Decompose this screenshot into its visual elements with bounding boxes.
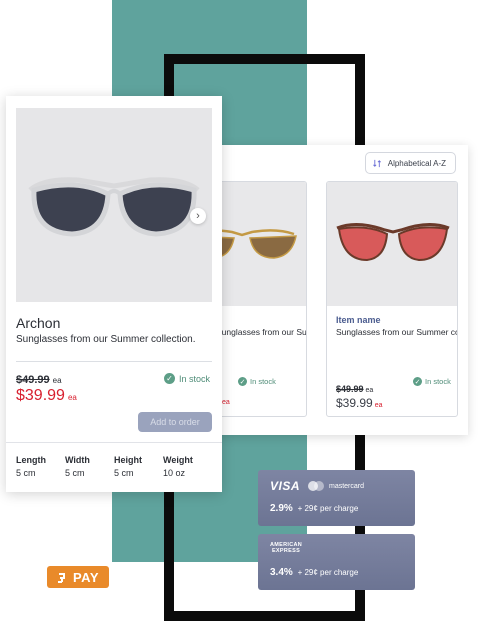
red-cat-eye-sunglasses-image xyxy=(336,223,450,262)
stock-status: ✓ In stock xyxy=(413,377,451,386)
product-listing-panel: Alphabetical A-Z Sunglasses from our Sum… xyxy=(205,145,468,435)
pay-badge-label: PAY xyxy=(72,569,100,585)
dimension-label: Weight xyxy=(163,455,193,465)
product-card[interactable]: Item name Sunglasses from our Summer col… xyxy=(326,181,458,417)
original-price: $49.99 ea xyxy=(16,374,62,386)
dimension-width: Width 5 cm xyxy=(65,455,114,478)
divider xyxy=(6,442,222,443)
carousel-dot[interactable] xyxy=(116,303,121,308)
original-price-value: $49.99 xyxy=(16,374,50,386)
chevron-right-icon[interactable]: › xyxy=(190,208,206,224)
card-fee: 2.9% + 29¢ per charge xyxy=(270,503,358,514)
visa-logo: VISA xyxy=(270,479,301,493)
sale-price: $39.99 ea xyxy=(16,387,77,405)
dimension-value: 5 cm xyxy=(16,468,36,478)
product-name: Item name xyxy=(336,315,381,325)
stock-status: ✓ In stock xyxy=(238,377,276,386)
check-circle-icon: ✓ xyxy=(238,377,247,386)
price-unit: ea xyxy=(365,387,374,394)
price-unit: ea xyxy=(67,393,77,402)
pay-logo-icon xyxy=(57,572,65,583)
fee-rate: 3.4% xyxy=(270,567,293,578)
carousel-dot[interactable] xyxy=(125,303,130,308)
fee-rate: 2.9% xyxy=(270,503,293,514)
sort-label: Alphabetical A-Z xyxy=(387,158,446,168)
original-price: $49.99 ea xyxy=(336,384,373,394)
dimension-label: Height xyxy=(114,455,142,465)
original-price-value: $49.99 xyxy=(336,384,364,394)
sort-dropdown[interactable]: Alphabetical A-Z xyxy=(364,152,456,174)
sale-price-value: $39.99 xyxy=(16,387,65,404)
product-image xyxy=(327,182,457,306)
carousel-dot[interactable] xyxy=(107,303,112,308)
product-description: Sunglasses from our Summer collection. xyxy=(336,327,457,337)
fee-extra: + 29¢ per charge xyxy=(297,504,359,513)
mastercard-circles-icon xyxy=(308,481,324,491)
carousel-dots xyxy=(16,303,212,308)
dimension-height: Height 5 cm xyxy=(114,455,163,478)
amex-fee-card: AMERICAN EXPRESS 3.4% + 29¢ per charge xyxy=(258,534,415,590)
dimension-value: 10 oz xyxy=(163,468,186,478)
fee-extra: + 29¢ per charge xyxy=(297,568,359,577)
check-circle-icon: ✓ xyxy=(413,377,422,386)
product-image-carousel[interactable]: › xyxy=(16,108,212,308)
dimension-label: Width xyxy=(65,455,90,465)
price-unit-fragment: ea xyxy=(222,399,230,406)
sale-price: $39.99 ea xyxy=(336,396,383,410)
product-detail-card: › Archon Sunglasses from our Summer coll… xyxy=(6,96,222,492)
add-to-order-button[interactable]: Add to order xyxy=(138,412,212,432)
price-unit: ea xyxy=(374,402,383,409)
dimension-label: Length xyxy=(16,455,46,465)
visa-mastercard-fee-card: VISA mastercard 2.9% + 29¢ per charge xyxy=(258,470,415,526)
stock-label: In stock xyxy=(178,373,210,384)
dimensions-table: Length 5 cm Width 5 cm Height 5 cm Weigh… xyxy=(16,455,212,478)
sale-price-value: $39.99 xyxy=(336,396,373,410)
dimension-value: 5 cm xyxy=(65,468,85,478)
mastercard-label: mastercard xyxy=(329,482,365,490)
mastercard-logo: mastercard xyxy=(308,481,364,491)
stock-status: ✓ In stock xyxy=(163,373,210,384)
product-description: Sunglasses from our Summer collection. xyxy=(16,334,196,345)
dimension-length: Length 5 cm xyxy=(16,455,65,478)
card-fee: 3.4% + 29¢ per charge xyxy=(270,567,358,578)
stock-label: In stock xyxy=(250,377,276,386)
stock-label: In stock xyxy=(425,377,451,386)
dimension-weight: Weight 10 oz xyxy=(163,455,212,478)
pay-badge: PAY xyxy=(47,566,109,588)
amex-logo: AMERICAN EXPRESS xyxy=(270,542,302,554)
price-unit: ea xyxy=(52,376,62,385)
sort-arrows-icon xyxy=(372,159,381,167)
amex-logo-line: EXPRESS xyxy=(271,548,301,554)
divider xyxy=(16,361,212,362)
carousel-dot[interactable] xyxy=(98,303,103,308)
check-circle-icon: ✓ xyxy=(163,373,175,384)
product-description: Sunglasses from our Summer collection. xyxy=(216,327,307,337)
product-title: Archon xyxy=(16,315,61,331)
white-sunglasses-image xyxy=(28,177,200,237)
dimension-value: 5 cm xyxy=(114,468,134,478)
